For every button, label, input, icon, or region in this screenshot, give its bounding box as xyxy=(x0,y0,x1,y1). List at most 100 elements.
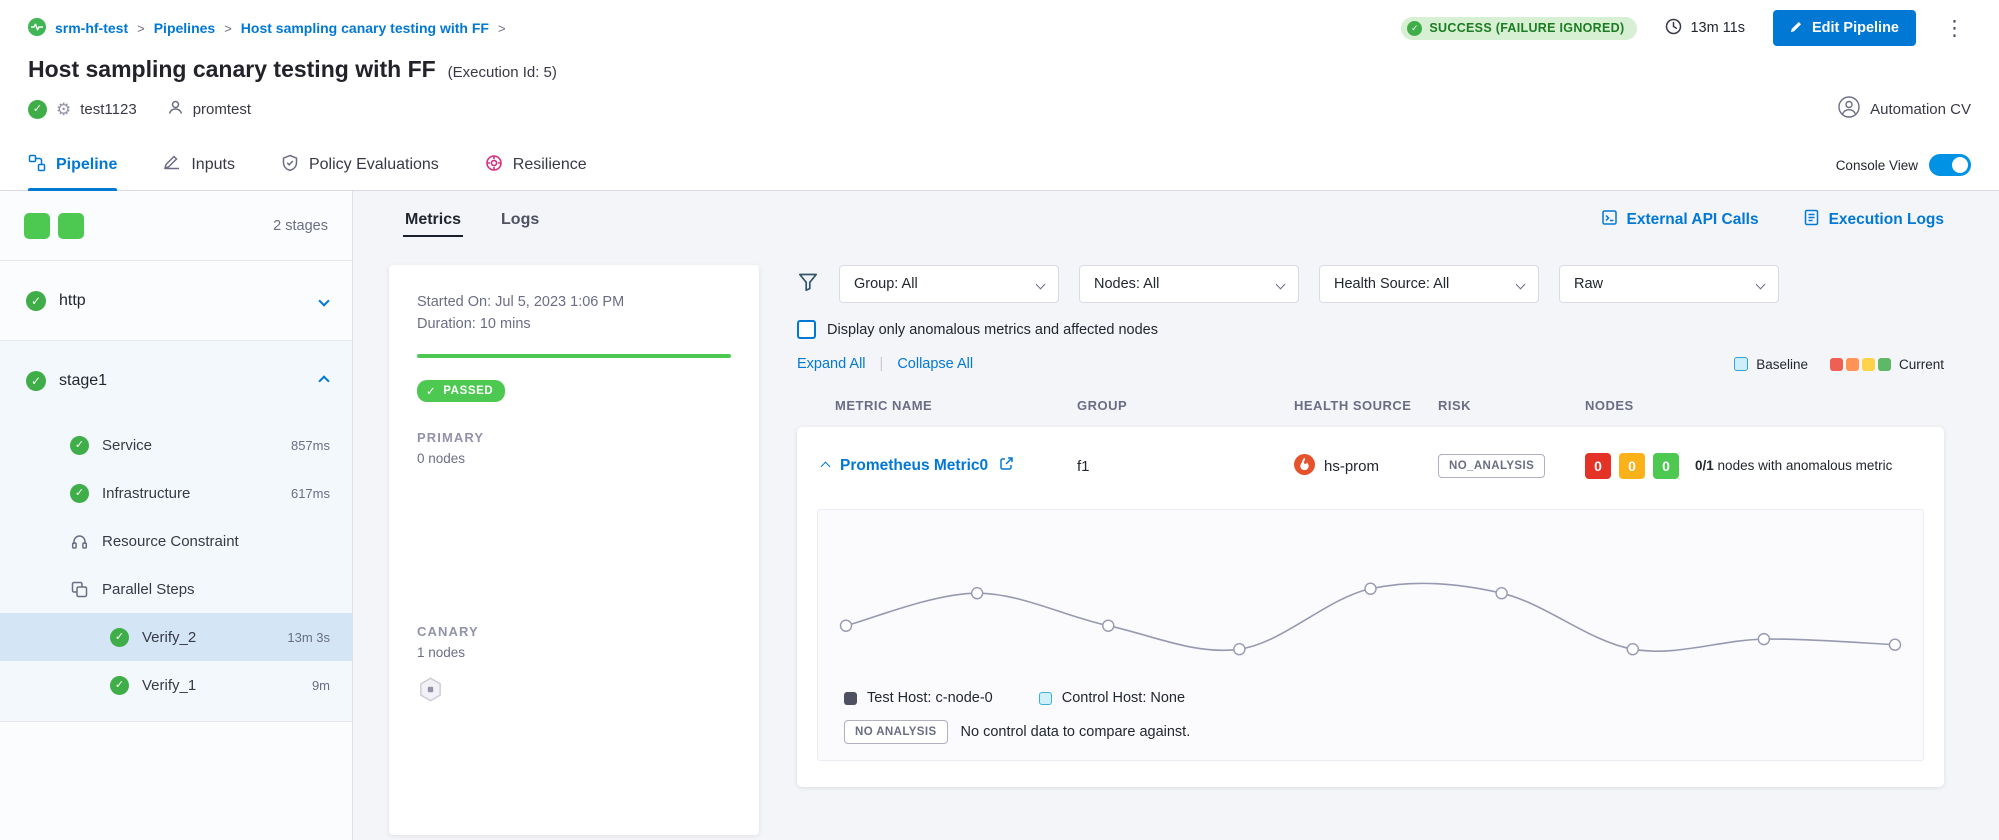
col-risk: RISK xyxy=(1438,398,1585,413)
metric-name-link[interactable]: Prometheus Metric0 xyxy=(840,457,988,475)
no-analysis-message: No control data to compare against. xyxy=(961,724,1191,740)
environment-name: promtest xyxy=(193,101,251,118)
step-service[interactable]: ✓ Service 857ms xyxy=(0,421,352,469)
tab-resilience-label: Resilience xyxy=(513,156,587,174)
status-badge: ✓ SUCCESS (FAILURE IGNORED) xyxy=(1401,17,1637,40)
canary-node-count: 1 nodes xyxy=(417,645,731,660)
inputs-icon xyxy=(163,154,181,177)
breadcrumb-pipelines[interactable]: Pipelines xyxy=(154,20,215,36)
tab-inputs[interactable]: Inputs xyxy=(163,140,235,190)
edit-pipeline-button[interactable]: Edit Pipeline xyxy=(1773,10,1916,46)
no-analysis-badge: NO ANALYSIS xyxy=(844,720,948,744)
tab-metrics[interactable]: Metrics xyxy=(403,205,463,241)
filter-icon[interactable] xyxy=(797,271,819,298)
group-filter-dropdown[interactable]: Group: All xyxy=(839,265,1059,303)
nodes-caption: nodes with anomalous metric xyxy=(1718,458,1893,473)
tab-pipeline-label: Pipeline xyxy=(56,156,117,174)
data-mode-dropdown[interactable]: Raw xyxy=(1559,265,1779,303)
step-duration: 9m xyxy=(312,678,330,693)
nodes-filter-dropdown[interactable]: Nodes: All xyxy=(1079,265,1299,303)
nodes-summary: 0/1 nodes with anomalous metric xyxy=(1695,457,1905,475)
console-view-toggle[interactable] xyxy=(1929,154,1971,176)
document-icon xyxy=(1803,209,1820,231)
tab-policy-evaluations[interactable]: Policy Evaluations xyxy=(281,140,439,190)
health-source-filter-value: Health Source: All xyxy=(1334,276,1449,292)
metric-chart-svg[interactable] xyxy=(818,526,1923,676)
step-label: Verify_1 xyxy=(142,677,196,694)
risk-red-swatch xyxy=(1830,358,1843,371)
step-duration: 617ms xyxy=(291,486,330,501)
environment-icon xyxy=(167,99,184,120)
stage-success-icon: ✓ xyxy=(26,371,46,391)
check-icon: ✓ xyxy=(426,384,436,398)
breadcrumb-pipeline[interactable]: Host sampling canary testing with FF xyxy=(241,20,489,36)
health-source-filter-dropdown[interactable]: Health Source: All xyxy=(1319,265,1539,303)
nodes-filter-value: Nodes: All xyxy=(1094,276,1159,292)
step-infrastructure[interactable]: ✓ Infrastructure 617ms xyxy=(0,469,352,517)
breadcrumb: srm-hf-test > Pipelines > Host sampling … xyxy=(28,18,506,39)
step-duration: 857ms xyxy=(291,438,330,453)
canary-node-hexagon[interactable] xyxy=(417,676,731,708)
breadcrumb-project[interactable]: srm-hf-test xyxy=(55,20,128,36)
step-label: Resource Constraint xyxy=(102,533,239,550)
gear-icon: ⚙ xyxy=(56,101,71,118)
console-view-label: Console View xyxy=(1836,158,1918,173)
tab-resilience[interactable]: Resilience xyxy=(485,140,587,190)
execution-id: (Execution Id: 5) xyxy=(448,64,557,81)
collapse-all-link[interactable]: Collapse All xyxy=(897,356,973,372)
stage-status-square xyxy=(24,213,50,239)
stage-stage1-section: ✓ stage1 ✓ Service 857ms ✓ Infrastructur… xyxy=(0,341,352,722)
step-parallel-steps[interactable]: Parallel Steps xyxy=(0,565,352,613)
chevron-down-icon xyxy=(1756,279,1766,289)
chevron-down-icon xyxy=(1276,279,1286,289)
node-count-red: 0 xyxy=(1585,453,1611,479)
chevron-down-icon xyxy=(318,295,329,306)
baseline-swatch xyxy=(1734,357,1748,371)
verification-summary-card: Started On: Jul 5, 2023 1:06 PM Duration… xyxy=(389,265,759,835)
stage-http[interactable]: ✓ http xyxy=(0,261,352,341)
expand-all-link[interactable]: Expand All xyxy=(797,356,866,372)
step-success-icon: ✓ xyxy=(70,484,89,503)
project-icon xyxy=(28,18,46,39)
triggered-by-name: Automation CV xyxy=(1870,101,1971,118)
step-label: Parallel Steps xyxy=(102,581,195,598)
breadcrumb-separator: > xyxy=(137,21,145,36)
anomalous-only-checkbox-row[interactable]: Display only anomalous metrics and affec… xyxy=(797,320,1944,339)
chart-legend: Baseline Current xyxy=(1734,357,1944,372)
host-legend: Test Host: c-node-0 Control Host: None xyxy=(818,676,1923,706)
more-options-button[interactable]: ⋮ xyxy=(1938,16,1971,41)
step-verify-1[interactable]: ✓ Verify_1 9m xyxy=(0,661,352,709)
primary-node-count: 0 nodes xyxy=(417,451,731,466)
external-link-icon[interactable] xyxy=(999,456,1014,476)
external-api-calls-link[interactable]: External API Calls xyxy=(1601,209,1759,231)
divider: | xyxy=(880,356,884,372)
step-verify-2[interactable]: ✓ Verify_2 13m 3s xyxy=(0,613,352,661)
pipeline-nav-tabs: Pipeline Inputs Policy Evaluations Resil… xyxy=(0,140,1999,191)
stage-http-label: http xyxy=(59,292,86,310)
execution-logs-link[interactable]: Execution Logs xyxy=(1803,209,1944,231)
stage-stage1-label: stage1 xyxy=(59,372,107,390)
metric-row: Prometheus Metric0 f1 hs-prom xyxy=(797,427,1944,505)
api-calls-icon xyxy=(1601,209,1618,231)
checkbox[interactable] xyxy=(797,320,816,339)
chevron-down-icon xyxy=(1036,279,1046,289)
duration: Duration: 10 mins xyxy=(417,313,731,335)
verification-content: Metrics Logs External API Calls xyxy=(353,191,1999,840)
col-metric-name: METRIC NAME xyxy=(835,398,1077,413)
service-name: test1123 xyxy=(80,101,136,118)
started-on: Started On: Jul 5, 2023 1:06 PM xyxy=(417,291,731,313)
step-resource-constraint[interactable]: Resource Constraint xyxy=(0,517,352,565)
parallel-steps-icon xyxy=(70,580,89,599)
tab-policy-evaluations-label: Policy Evaluations xyxy=(309,156,439,174)
tab-pipeline[interactable]: Pipeline xyxy=(28,140,117,190)
tab-logs[interactable]: Logs xyxy=(499,205,541,241)
metrics-analysis-panel: Group: All Nodes: All Health Source: All xyxy=(797,265,1944,787)
step-label: Verify_2 xyxy=(142,629,196,646)
step-label: Service xyxy=(102,437,152,454)
tab-logs-label: Logs xyxy=(501,211,539,228)
metrics-table-header: METRIC NAME GROUP HEALTH SOURCE RISK NOD… xyxy=(797,398,1944,413)
stage-stage1[interactable]: ✓ stage1 xyxy=(0,341,352,421)
anomalous-only-label: Display only anomalous metrics and affec… xyxy=(827,322,1158,338)
collapse-metric-chevron[interactable] xyxy=(821,461,831,471)
step-success-icon: ✓ xyxy=(70,436,89,455)
